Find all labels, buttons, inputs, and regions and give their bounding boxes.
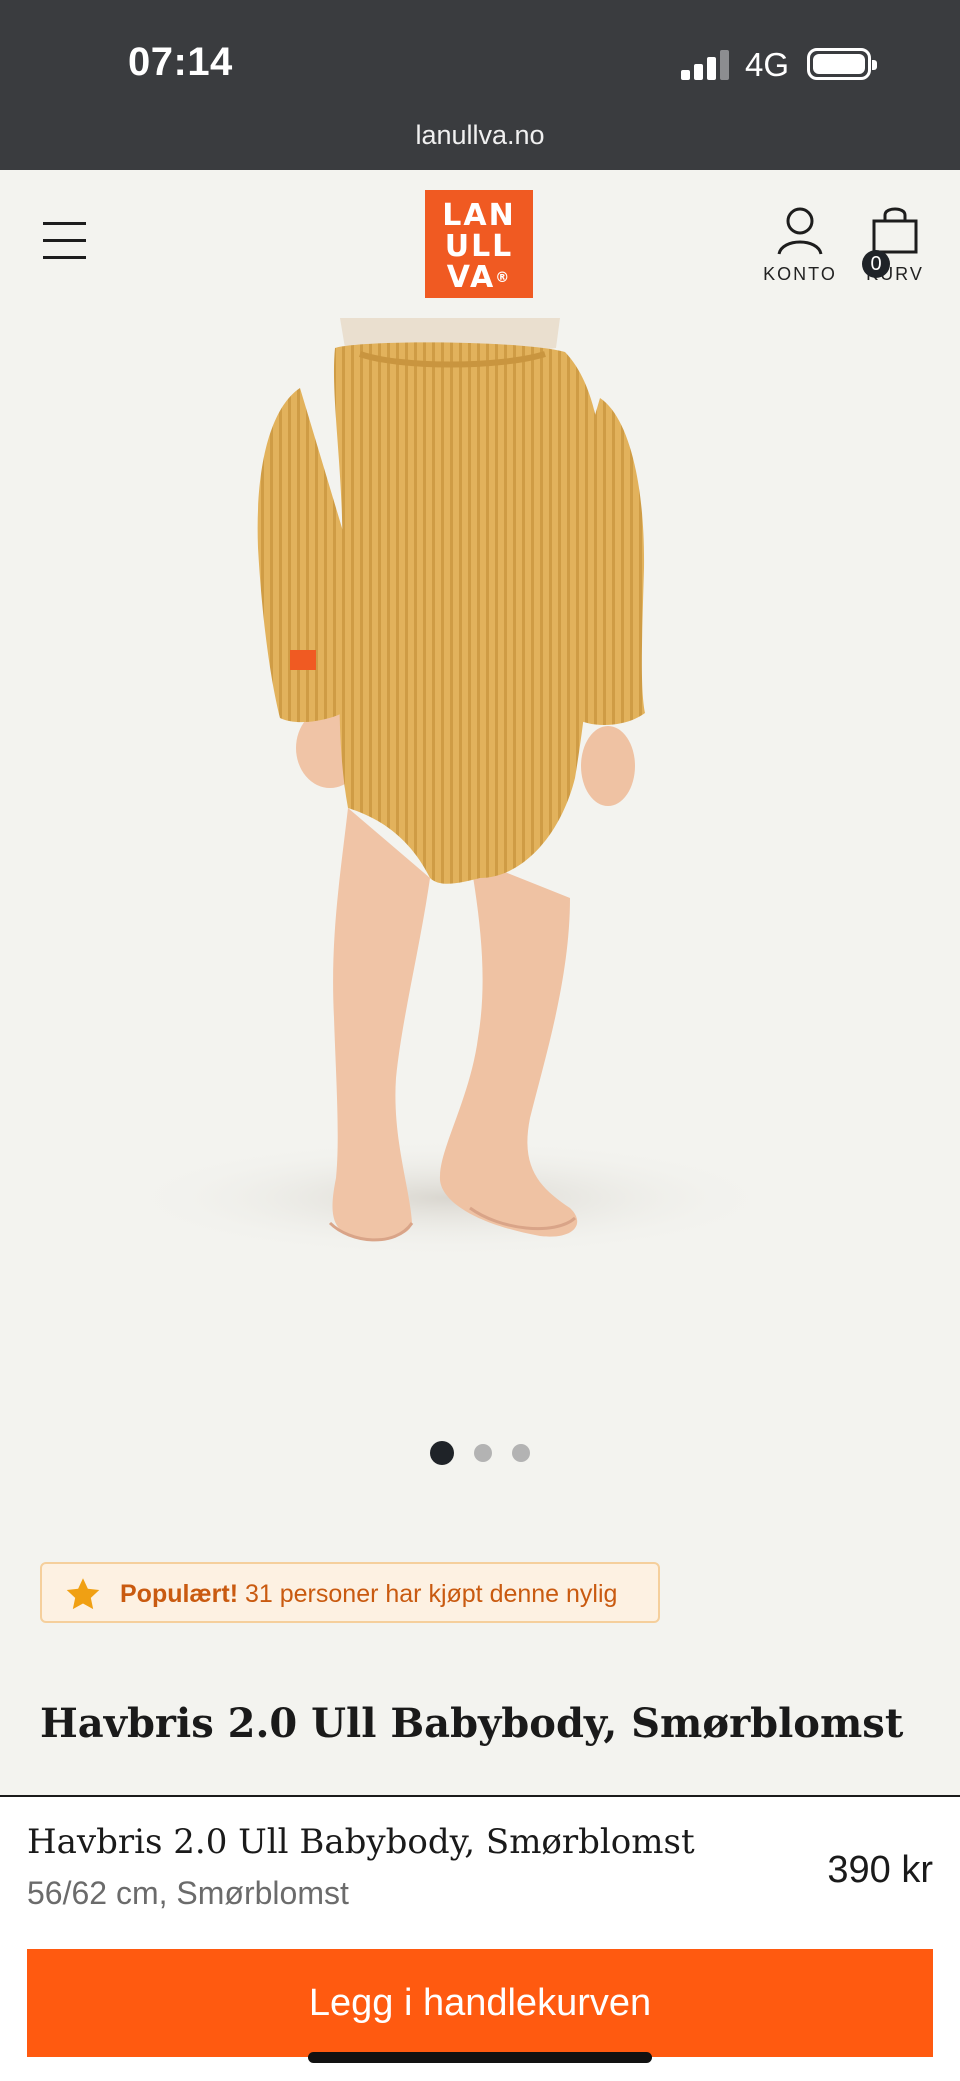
battery-icon [807,48,877,80]
address-bar[interactable]: lanullva.no [0,120,960,151]
selected-variant: 56/62 cm, Smørblomst [27,1875,349,1911]
product-image[interactable] [0,318,960,1418]
carousel-dot[interactable] [474,1444,492,1462]
user-icon [777,207,823,255]
popular-strong: Populært! [120,1580,239,1608]
sticky-product-name: Havbris 2.0 Ull Babybody, Smørblomst [27,1822,695,1862]
sleeve-label [290,650,316,670]
clock: 07:14 [128,40,233,84]
product-price: 390 kr [827,1849,933,1891]
star-icon [66,1578,100,1610]
home-indicator[interactable] [308,2052,652,2063]
logo-line: ULL [444,229,514,264]
status-bar: 07:14 4G lanullva.no [0,0,960,170]
add-to-cart-button[interactable]: Legg i handlekurven [27,1949,933,2057]
site-header: LAN ULL VA® KONTO 0 KURV [0,170,960,318]
baby-bodysuit-photo [120,318,780,1258]
shopping-bag-icon [872,207,918,254]
brand-logo[interactable]: LAN ULL VA® [425,190,533,298]
account-button[interactable]: KONTO [760,206,840,306]
cellular-signal-icon [681,50,729,80]
logo-line: LAN [442,198,516,233]
carousel-dot[interactable] [430,1441,454,1465]
cart-count-badge: 0 [862,250,890,278]
carousel-dot[interactable] [512,1444,530,1462]
cart-button[interactable]: 0 KURV [862,204,928,304]
registered-mark: ® [495,270,512,286]
menu-icon[interactable] [43,222,86,259]
popular-text: Populært! 31 personer har kjøpt denne ny… [120,1580,617,1609]
logo-line: VA® [446,260,512,295]
product-title: Havbris 2.0 Ull Babybody, Smørblomst [40,1700,904,1747]
popular-badge: Populært! 31 personer har kjøpt denne ny… [40,1562,660,1623]
account-label: KONTO [763,264,837,284]
sticky-add-to-cart-bar: Havbris 2.0 Ull Babybody, Smørblomst 56/… [0,1795,960,2081]
image-carousel-indicator [0,1441,960,1467]
network-type: 4G [745,46,790,83]
popular-description: 31 personer har kjøpt denne nylig [245,1580,618,1608]
